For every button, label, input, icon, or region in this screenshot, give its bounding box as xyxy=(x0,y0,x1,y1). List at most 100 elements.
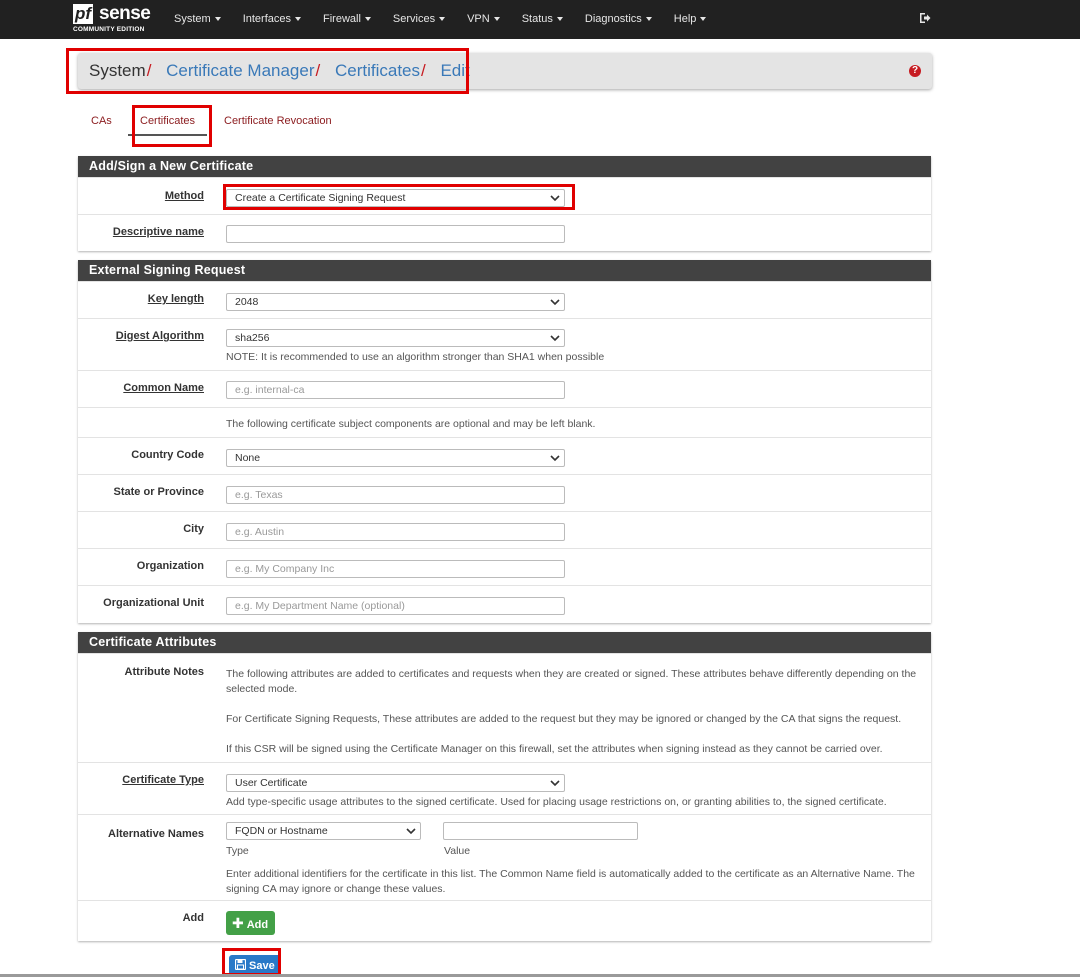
common-name-label: Common Name xyxy=(123,382,204,394)
row-add: Add ✚ Add xyxy=(78,900,931,941)
menu-vpn-label: VPN xyxy=(467,13,490,25)
chevron-down-icon xyxy=(550,780,560,787)
tab-bar: CAs Certificates Certificate Revocation xyxy=(78,108,378,138)
menu-diagnostics[interactable]: Diagnostics xyxy=(574,0,663,39)
logo-pf: pf xyxy=(73,4,94,24)
breadcrumb-separator: / xyxy=(421,61,426,80)
menu-interfaces[interactable]: Interfaces xyxy=(232,0,312,39)
method-label: Method xyxy=(164,190,204,202)
row-city: City e.g. Austin xyxy=(78,511,931,548)
descriptive-name-input[interactable] xyxy=(226,225,565,243)
question-circle-icon[interactable]: ? xyxy=(909,65,921,77)
alt-name-value-input[interactable] xyxy=(443,822,638,840)
org-unit-input[interactable]: e.g. My Department Name (optional) xyxy=(226,597,565,615)
chevron-down-icon xyxy=(550,299,560,306)
breadcrumb-separator: / xyxy=(146,61,152,80)
attribute-notes-label: Attribute Notes xyxy=(124,666,204,678)
menu-diagnostics-label: Diagnostics xyxy=(584,13,642,25)
alt-value-caption: Value xyxy=(444,845,471,857)
caret-down-icon xyxy=(556,17,563,22)
caret-down-icon xyxy=(364,17,371,22)
certificate-type-label: Certificate Type xyxy=(122,774,204,786)
breadcrumb: System/ Certificate Manager/ Certificate… xyxy=(78,53,932,89)
caret-down-icon xyxy=(493,17,500,22)
country-select[interactable]: None xyxy=(226,449,565,467)
attribute-notes-p1: The following attributes are added to ce… xyxy=(226,668,917,695)
attribute-notes-p2: For Certificate Signing Requests, These … xyxy=(226,713,902,725)
caret-down-icon xyxy=(700,17,707,22)
top-navbar: pf sense COMMUNITY EDITION System Interf… xyxy=(0,0,1080,39)
logo-sense: sense xyxy=(99,3,151,24)
main-menu: System Interfaces Firewall Services VPN … xyxy=(163,0,717,39)
city-input[interactable]: e.g. Austin xyxy=(226,523,565,541)
menu-firewall[interactable]: Firewall xyxy=(312,0,382,39)
row-key-length: Key length 2048 xyxy=(78,281,931,318)
country-label: Country Code xyxy=(131,449,204,461)
row-state: State or Province e.g. Texas xyxy=(78,474,931,511)
digest-note: NOTE: It is recommended to use an algori… xyxy=(226,351,605,363)
method-select-value: Create a Certificate Signing Request xyxy=(235,192,406,204)
panel-title: Certificate Attributes xyxy=(78,632,931,653)
menu-status[interactable]: Status xyxy=(511,0,574,39)
tab-cas[interactable]: CAs xyxy=(91,108,112,134)
panel-certificate-attributes: Certificate Attributes Attribute Notes T… xyxy=(78,632,931,941)
breadcrumb-separator: / xyxy=(315,61,321,80)
add-button[interactable]: ✚ Add xyxy=(226,911,276,935)
row-method: Method Create a Certificate Signing Requ… xyxy=(78,177,931,214)
attribute-notes-p3: If this CSR will be signed using the Cer… xyxy=(226,743,883,755)
pfsense-logo[interactable]: pf sense COMMUNITY EDITION xyxy=(73,4,155,36)
alt-name-type-select[interactable]: FQDN or Hostname xyxy=(226,822,421,840)
row-digest: Digest Algorithm sha256 NOTE: It is reco… xyxy=(78,318,931,370)
panel-add-sign: Add/Sign a New Certificate Method Create… xyxy=(78,156,931,251)
row-descriptive-name: Descriptive name xyxy=(78,214,931,251)
row-certificate-type: Certificate Type User Certificate Add ty… xyxy=(78,762,931,814)
row-attribute-notes: Attribute Notes The following attributes… xyxy=(78,653,931,762)
row-common-name: Common Name e.g. internal-ca xyxy=(78,370,931,407)
menu-help[interactable]: Help xyxy=(663,0,718,39)
menu-vpn[interactable]: VPN xyxy=(456,0,511,39)
menu-services[interactable]: Services xyxy=(382,0,456,39)
optional-note: The following certificate subject compon… xyxy=(226,418,596,430)
digest-select[interactable]: sha256 xyxy=(226,329,565,347)
breadcrumb-edit[interactable]: Edit xyxy=(440,61,469,80)
row-country: Country Code None xyxy=(78,437,931,474)
row-org-unit: Organizational Unit e.g. My Department N… xyxy=(78,585,931,622)
common-name-input[interactable]: e.g. internal-ca xyxy=(226,381,565,399)
save-button-label: Save xyxy=(249,960,275,972)
key-length-select[interactable]: 2048 xyxy=(226,293,565,311)
alt-type-caption: Type xyxy=(226,845,249,857)
caret-down-icon xyxy=(214,17,221,22)
alt-name-type-value: FQDN or Hostname xyxy=(235,825,328,837)
certificate-type-select[interactable]: User Certificate xyxy=(226,774,565,792)
certificate-type-help: Add type-specific usage attributes to th… xyxy=(226,796,887,808)
country-value: None xyxy=(235,452,261,464)
menu-services-label: Services xyxy=(392,13,436,25)
descriptive-name-label: Descriptive name xyxy=(112,226,204,238)
row-alternative-names: Alternative Names FQDN or Hostname Type … xyxy=(78,814,931,900)
organization-input[interactable]: e.g. My Company Inc xyxy=(226,560,565,578)
floppy-disk-icon xyxy=(234,958,247,971)
sign-out-icon[interactable] xyxy=(918,11,932,25)
certificate-type-value: User Certificate xyxy=(235,777,308,789)
breadcrumb-system: System xyxy=(89,61,146,80)
city-label: City xyxy=(183,523,204,535)
add-label: Add xyxy=(182,912,204,924)
method-select[interactable]: Create a Certificate Signing Request xyxy=(226,189,565,207)
key-length-label: Key length xyxy=(147,293,204,305)
alt-names-help: Enter additional identifiers for the cer… xyxy=(226,868,915,895)
state-input[interactable]: e.g. Texas xyxy=(226,486,565,504)
menu-system[interactable]: System xyxy=(163,0,232,39)
organization-label: Organization xyxy=(136,560,204,572)
chevron-down-icon xyxy=(550,455,560,462)
caret-down-icon xyxy=(295,17,301,22)
state-label: State or Province xyxy=(113,486,204,498)
chevron-down-icon xyxy=(406,828,416,835)
breadcrumb-certificate-manager[interactable]: Certificate Manager xyxy=(166,61,314,80)
menu-system-label: System xyxy=(174,13,211,25)
digest-value: sha256 xyxy=(235,332,270,344)
breadcrumb-certificates[interactable]: Certificates xyxy=(335,61,420,80)
tab-certificate-revocation[interactable]: Certificate Revocation xyxy=(224,108,332,134)
tab-certificates[interactable]: Certificates xyxy=(128,108,208,136)
panel-external-signing: External Signing Request Key length 2048… xyxy=(78,260,931,623)
panel-title: External Signing Request xyxy=(78,260,931,281)
